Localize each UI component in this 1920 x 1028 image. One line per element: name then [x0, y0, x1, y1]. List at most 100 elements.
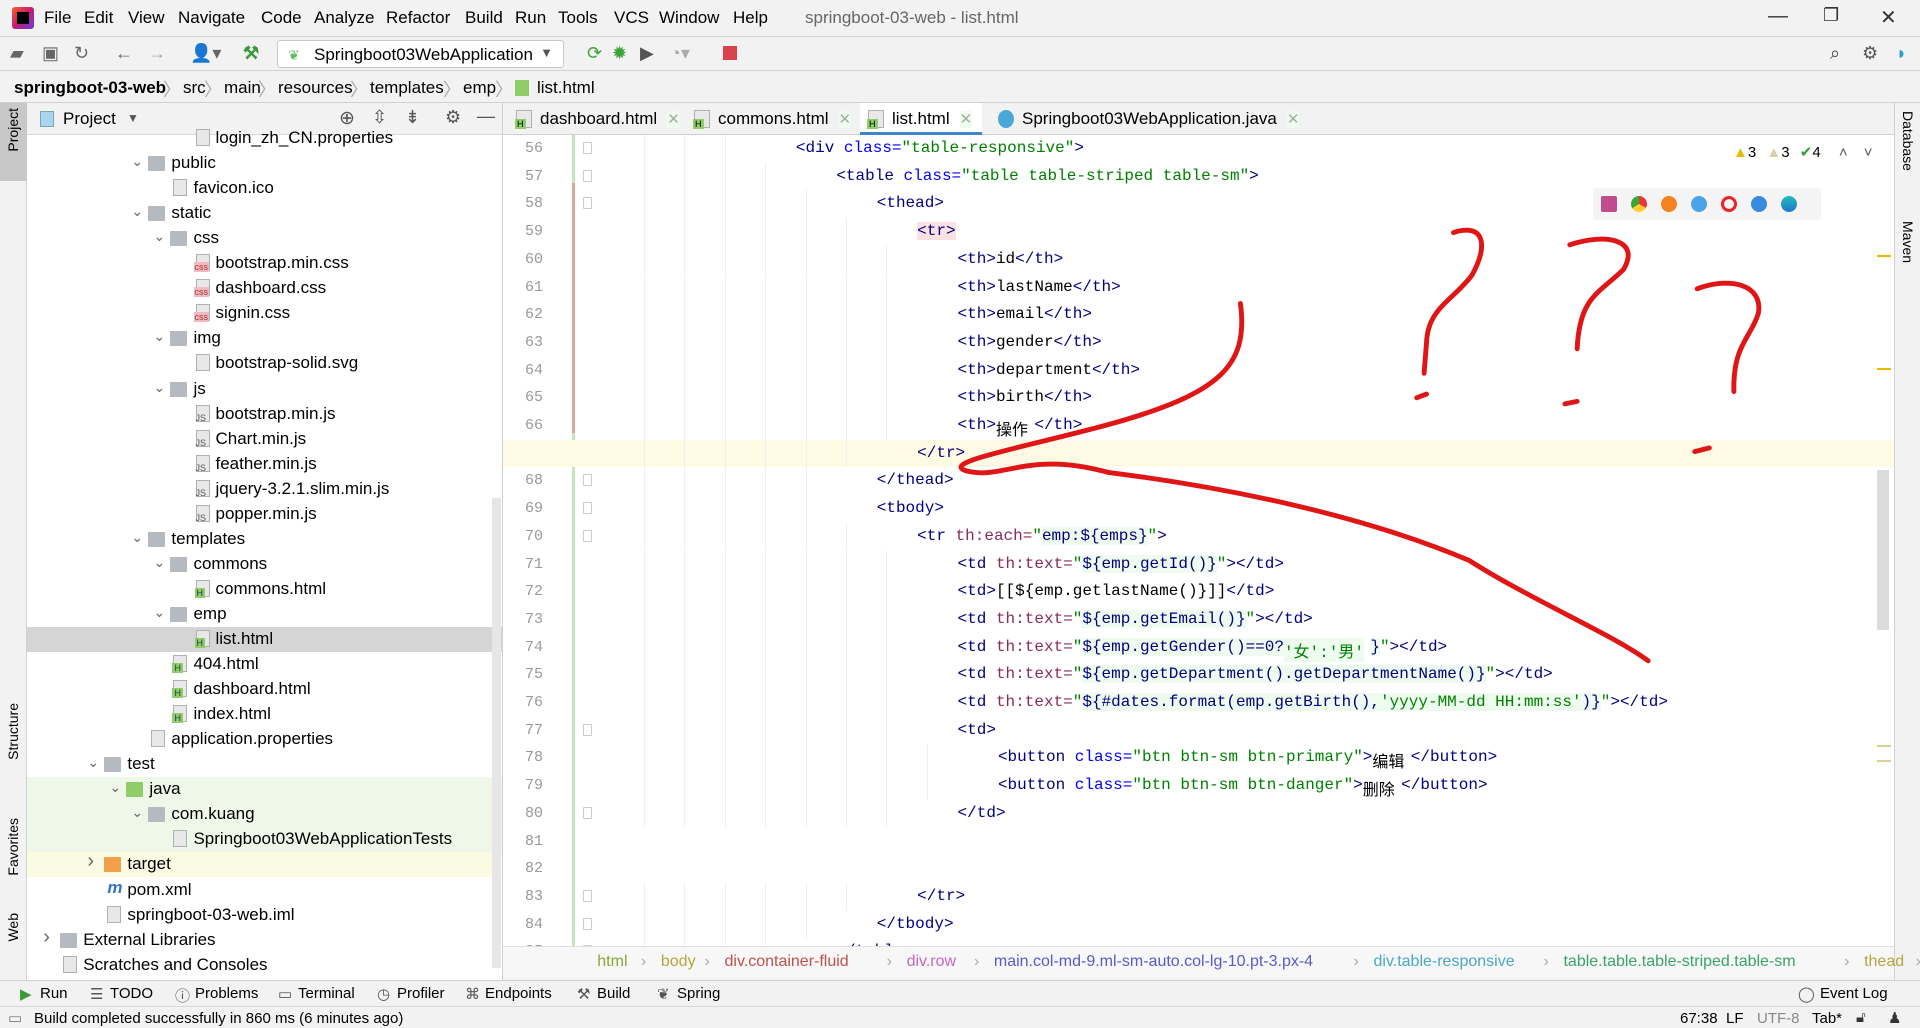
menu-build[interactable]: Build [465, 8, 503, 28]
firefox-icon[interactable] [1661, 196, 1677, 212]
internet-explorer-icon[interactable] [1751, 196, 1767, 212]
close-tab-icon[interactable]: ✕ [959, 111, 973, 128]
toolbox-icon[interactable]: ◗ [1896, 43, 1907, 64]
tree-item[interactable]: signin.css [27, 301, 502, 326]
tree-item[interactable]: application.properties [27, 727, 502, 752]
menu-file[interactable]: File [44, 8, 71, 28]
code-line[interactable]: <tbody> [503, 495, 1894, 523]
nav-crumb[interactable]: emp [463, 78, 496, 98]
database-tool-button[interactable]: Database [1900, 111, 1916, 171]
edge-icon[interactable] [1781, 196, 1797, 212]
code-line[interactable]: <th> id </th> [503, 245, 1894, 274]
code-line[interactable]: <th> lastName </th> [503, 273, 1894, 302]
minimize-icon[interactable]: — [1768, 5, 1788, 28]
tree-item[interactable]: › External Libraries [27, 926, 502, 953]
menu-code[interactable]: Code [261, 8, 302, 28]
breadcrumb-item[interactable]: thead [1864, 953, 1904, 971]
menu-window[interactable]: Window [659, 8, 719, 28]
breadcrumb-item[interactable]: div.row [907, 953, 957, 971]
code-line[interactable] [503, 828, 1894, 856]
tree-item[interactable]: bootstrap.min.js [27, 402, 502, 427]
safari-icon[interactable] [1691, 196, 1707, 212]
inspection-widget[interactable]: ▲3 ▲3 ✔4 ˄ ˅ [1733, 143, 1873, 161]
code-line[interactable]: <button class= "btn btn-sm btn-danger" > 删除… [503, 772, 1894, 800]
code-line[interactable]: <td th:text= " ${emp.getDepartment().getDe… [503, 661, 1894, 689]
tool-window-spring[interactable]: Spring [677, 985, 720, 1002]
tool-window-endpoints[interactable]: Endpoints [485, 985, 552, 1002]
user-icon[interactable]: 👤▾ [190, 43, 221, 64]
status-icon[interactable]: ▭ [8, 1009, 22, 1027]
menu-vcs[interactable]: VCS [614, 8, 649, 28]
settings-gear-icon[interactable]: ⚙ [1862, 43, 1878, 64]
forward-icon[interactable]: → [148, 43, 166, 64]
breadcrumb-item[interactable]: html [597, 953, 627, 971]
tree-item[interactable]: login_zh_CN.properties [27, 126, 502, 151]
back-icon[interactable]: ← [115, 43, 133, 64]
code-line[interactable]: <td th:text= " ${emp.getId()} " ></td> [503, 550, 1894, 579]
warning-marker[interactable] [1877, 368, 1891, 370]
tree-item[interactable]: popper.min.js [27, 502, 502, 527]
chevron-down-icon[interactable]: ⌄ [153, 228, 165, 245]
code-line[interactable]: </tr> [503, 439, 1894, 468]
file-encoding[interactable]: UTF-8 [1757, 1010, 1800, 1027]
tree-item[interactable]: Springboot03WebApplicationTests [27, 827, 502, 853]
tree-item[interactable]: ⌄ css [27, 226, 502, 251]
code-line[interactable]: <td th:text= " ${#dates.format(emp.getBirt… [503, 689, 1894, 717]
code-line[interactable]: <td> [[${emp.getlastName()}]] </td> [503, 578, 1894, 606]
menu-help[interactable]: Help [733, 8, 768, 28]
hide-panel-icon[interactable]: — [477, 106, 495, 127]
code-line[interactable]: </tbody> [503, 910, 1894, 939]
chevron-down-icon[interactable]: ⌄ [109, 779, 121, 796]
warning-marker[interactable] [1877, 745, 1891, 747]
tree-item[interactable]: ⌄ commons [27, 552, 502, 577]
editor-tab[interactable]: commons.html ✕ [686, 103, 854, 135]
nav-crumb[interactable]: list.html [537, 78, 595, 98]
tree-item[interactable]: ⌄ js [27, 377, 502, 402]
expand-all-icon[interactable]: ⇳ [372, 107, 387, 128]
tree-item[interactable]: list.html [27, 627, 502, 652]
tree-item[interactable]: ⌄ com.kuang [27, 802, 502, 828]
save-icon[interactable]: ▣ [42, 43, 59, 64]
editor-tab[interactable]: Springboot03WebApplication.java ✕ [990, 103, 1305, 135]
lock-icon[interactable]: 🔓︎ [1856, 1009, 1866, 1026]
warning-marker[interactable] [1877, 760, 1891, 762]
code-line[interactable]: <th> department </th> [503, 356, 1894, 385]
code-line[interactable]: </thead> [503, 467, 1894, 496]
code-line[interactable]: </table> [503, 938, 1894, 946]
code-line[interactable]: <th> gender </th> [503, 328, 1894, 357]
menu-view[interactable]: View [128, 8, 165, 28]
debug-icon[interactable]: ✹ [612, 43, 627, 64]
code-line[interactable]: <tr th:each= " emp:${emps} " > [503, 522, 1894, 551]
tree-item[interactable]: ⌄ static [27, 201, 502, 226]
intellij-browser-icon[interactable] [1601, 196, 1617, 212]
chevron-down-icon[interactable]: ⌄ [131, 153, 143, 170]
favorites-tool-button[interactable]: Favorites [5, 818, 21, 876]
tree-item[interactable]: bootstrap-solid.svg [27, 351, 502, 376]
tree-item[interactable]: dashboard.html [27, 677, 502, 702]
breadcrumb-item[interactable]: main.col-md-9.ml-sm-auto.col-lg-10.pt-3.… [994, 953, 1313, 971]
nav-crumb[interactable]: src [183, 78, 206, 98]
tree-item[interactable]: Scratches and Consoles [27, 953, 502, 978]
tree-item[interactable]: feather.min.js [27, 452, 502, 477]
structure-tool-button[interactable]: Structure [5, 703, 21, 760]
code-line[interactable]: </tr> [503, 882, 1894, 911]
settings-gear-icon[interactable]: ⚙ [445, 107, 461, 128]
chevron-down-icon[interactable]: ⌄ [153, 554, 165, 571]
tree-scrollbar[interactable] [492, 498, 501, 968]
chevron-down-icon[interactable]: ⌄ [131, 529, 143, 546]
tree-item[interactable]: springboot-03-web.iml [27, 903, 502, 928]
code-line[interactable]: <tr> [503, 218, 1894, 246]
tool-window-problems[interactable]: Problems [195, 985, 258, 1002]
code-line[interactable]: <th> 操作 </th> [503, 412, 1894, 440]
menu-refactor[interactable]: Refactor [386, 8, 450, 28]
chrome-icon[interactable] [1631, 196, 1647, 212]
code-line[interactable]: <div class= "table-responsive" > [503, 135, 1894, 163]
menu-navigate[interactable]: Navigate [178, 8, 245, 28]
maven-tool-button[interactable]: Maven [1900, 221, 1916, 263]
code-line[interactable]: <th> email </th> [503, 301, 1894, 329]
run-configuration-select[interactable]: ❦ Springboot03WebApplication ▼ [277, 40, 564, 68]
warning-marker[interactable] [1877, 255, 1891, 257]
close-icon[interactable]: ✕ [1880, 5, 1897, 30]
event-bell-icon[interactable]: ♟ [1888, 1009, 1901, 1027]
chevron-right-icon[interactable]: › [87, 850, 94, 873]
